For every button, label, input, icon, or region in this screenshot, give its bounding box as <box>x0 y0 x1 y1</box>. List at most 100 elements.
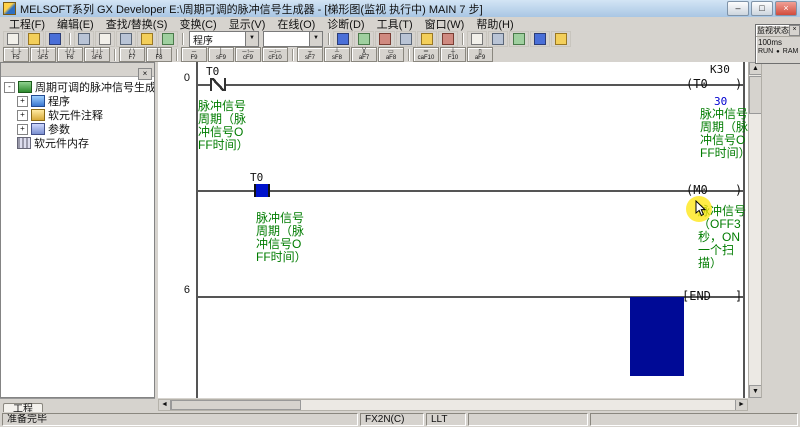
horizontal-scroll-thumb[interactable] <box>171 400 301 410</box>
statement-icon[interactable] <box>530 31 550 47</box>
tree-node-parameter[interactable]: + 参数 <box>1 122 154 136</box>
print-icon[interactable] <box>74 31 94 47</box>
parallel-open-contact-button[interactable]: ┤↑├ sF5 <box>30 47 56 62</box>
menu-tools[interactable]: 工具(T) <box>371 16 419 32</box>
download-to-plc-icon[interactable] <box>333 31 353 47</box>
undo-icon[interactable] <box>158 31 178 47</box>
delete-mode-button[interactable]: ▯ aF9 <box>467 47 493 62</box>
edit-line-button[interactable]: ═ caF10 <box>413 47 439 62</box>
device-comment: 脉冲信号周期（脉冲信号OFF时间） <box>198 99 249 152</box>
close-icon[interactable]: × <box>138 68 152 80</box>
parallel-closed-contact-button[interactable]: ┤↓├ sF6 <box>84 47 110 62</box>
menu-bar: 工程(F) 编辑(E) 查找/替换(S) 变换(C) 显示(V) 在线(O) 诊… <box>0 17 800 32</box>
horizontal-scrollbar[interactable]: ◄ ► <box>158 399 748 411</box>
tree-node-label: 程序 <box>48 96 70 108</box>
ladder-monitor-icon[interactable] <box>396 31 416 47</box>
closed-contact-button[interactable]: ┤/├ F6 <box>57 47 83 62</box>
monitor-stop-icon[interactable] <box>438 31 458 47</box>
edit-cursor-block <box>630 297 684 376</box>
delete-vertical-button[interactable]: ▭ aF8 <box>378 47 404 62</box>
menu-window[interactable]: 窗口(W) <box>419 16 471 32</box>
branch-down-button[interactable]: ┴ sF8 <box>324 47 350 62</box>
timer-constant: K30 <box>710 63 730 76</box>
tree-node-device-memory[interactable]: 软元件内存 <box>1 136 154 150</box>
menu-convert[interactable]: 变换(C) <box>173 16 222 32</box>
device-comment-icon[interactable] <box>509 31 529 47</box>
vertical-line-button[interactable]: │ sF9 <box>208 47 234 62</box>
comment-folder-icon <box>31 109 45 121</box>
collapse-icon[interactable]: - <box>4 81 15 93</box>
memory-type: RAM <box>782 48 799 55</box>
paste-icon[interactable] <box>137 31 157 47</box>
nc-contact-t0[interactable] <box>210 78 226 91</box>
tree-node-root[interactable]: - 周期可调的脉冲信号生成器 <box>1 80 154 94</box>
coil-close-paren: ) <box>735 183 743 197</box>
line-mode-button[interactable]: ┼ F10 <box>440 47 466 62</box>
horizontal-line-button[interactable]: ─ F9 <box>181 47 207 62</box>
end-instruction[interactable]: [END <box>682 289 711 303</box>
open-contact-button[interactable]: ┤ ├ F5 <box>3 47 29 62</box>
copy-icon[interactable] <box>116 31 136 47</box>
application-instruction-button[interactable]: [ ] F8 <box>146 47 172 62</box>
close-icon[interactable]: × <box>789 25 800 36</box>
menu-edit[interactable]: 编辑(E) <box>51 16 100 32</box>
save-icon[interactable] <box>45 31 65 47</box>
scroll-left-icon[interactable]: ◄ <box>159 400 171 410</box>
scroll-right-icon[interactable]: ► <box>735 400 747 410</box>
chevron-down-icon[interactable]: ▼ <box>245 32 258 46</box>
menu-find-replace[interactable]: 查找/替换(S) <box>100 16 174 32</box>
toolbar-separator <box>292 48 294 61</box>
contact-device-label: T0 <box>250 171 264 184</box>
status-plc-type: FX2N(C) <box>360 413 424 426</box>
status-mode: LLT <box>426 413 466 426</box>
tree-node-device-comment[interactable]: + 软元件注释 <box>1 108 154 122</box>
app-icon <box>3 2 16 15</box>
rising-pulse-button[interactable]: ─↑─ cF9 <box>235 47 261 62</box>
coil-button[interactable]: ( ) F7 <box>119 47 145 62</box>
coil-m0[interactable]: (M0 <box>686 183 708 197</box>
branch-up-button[interactable]: ┬ sF7 <box>297 47 323 62</box>
verify-with-plc-icon[interactable] <box>375 31 395 47</box>
upload-from-plc-icon[interactable] <box>354 31 374 47</box>
window-title: MELSOFT系列 GX Developer E:\周期可调的脉冲信号生成器 -… <box>20 3 483 16</box>
zoom-icon[interactable] <box>488 31 508 47</box>
run-indicator-icon: ● <box>776 48 780 55</box>
close-button[interactable]: × <box>775 1 797 16</box>
window-controls: – □ × <box>727 1 797 16</box>
minimize-button[interactable]: – <box>727 1 749 16</box>
maximize-button[interactable]: □ <box>751 1 773 16</box>
toolbar-separator <box>69 33 71 45</box>
delete-line-button[interactable]: ╳ aF7 <box>351 47 377 62</box>
menu-help[interactable]: 帮助(H) <box>470 16 519 32</box>
expand-icon[interactable]: + <box>17 95 28 107</box>
coil-t0[interactable]: (T0 <box>686 77 708 91</box>
find-icon[interactable] <box>467 31 487 47</box>
menu-diagnostics[interactable]: 诊断(D) <box>321 16 370 32</box>
falling-pulse-button[interactable]: ─↓─ cF10 <box>262 47 288 62</box>
expand-icon[interactable]: + <box>17 109 28 121</box>
contact-device-label: T0 <box>206 65 220 78</box>
help-icon[interactable] <box>551 31 571 47</box>
device-comment: 脉冲信号周期（脉冲信号OFF时间） <box>256 211 307 264</box>
cut-icon[interactable] <box>95 31 115 47</box>
open-icon[interactable] <box>24 31 44 47</box>
menu-online[interactable]: 在线(O) <box>271 16 321 32</box>
run-state: RUN <box>758 48 774 55</box>
project-tab-bar: 工程 <box>0 398 155 416</box>
new-icon[interactable] <box>3 31 23 47</box>
status-ready: 准备完毕 <box>2 413 358 426</box>
no-contact-t0-energized[interactable] <box>254 184 270 197</box>
tree-node-program[interactable]: + 程序 <box>1 94 154 108</box>
target-combo[interactable]: ▼ <box>263 31 323 47</box>
menu-project[interactable]: 工程(F) <box>3 16 51 32</box>
program-combo[interactable]: 程序 ▼ <box>189 31 259 47</box>
expand-icon[interactable]: + <box>17 123 28 135</box>
monitor-body: 100ms RUN ● RAM <box>756 37 800 56</box>
chevron-down-icon[interactable]: ▼ <box>309 32 322 46</box>
vertical-scrollbar[interactable]: ▲ ▼ <box>748 62 762 398</box>
ladder-editor[interactable]: 0 T0 K30 (T0 ) 30 脉冲信号周期（脉冲信号OFF时间） 脉冲信号… <box>158 62 748 398</box>
device-comment: 脉冲信号周期（脉冲信号OFF时间） <box>700 107 748 160</box>
menu-view[interactable]: 显示(V) <box>223 16 272 32</box>
monitor-start-icon[interactable] <box>417 31 437 47</box>
monitor-title-bar: 监视状态 × <box>756 25 800 37</box>
